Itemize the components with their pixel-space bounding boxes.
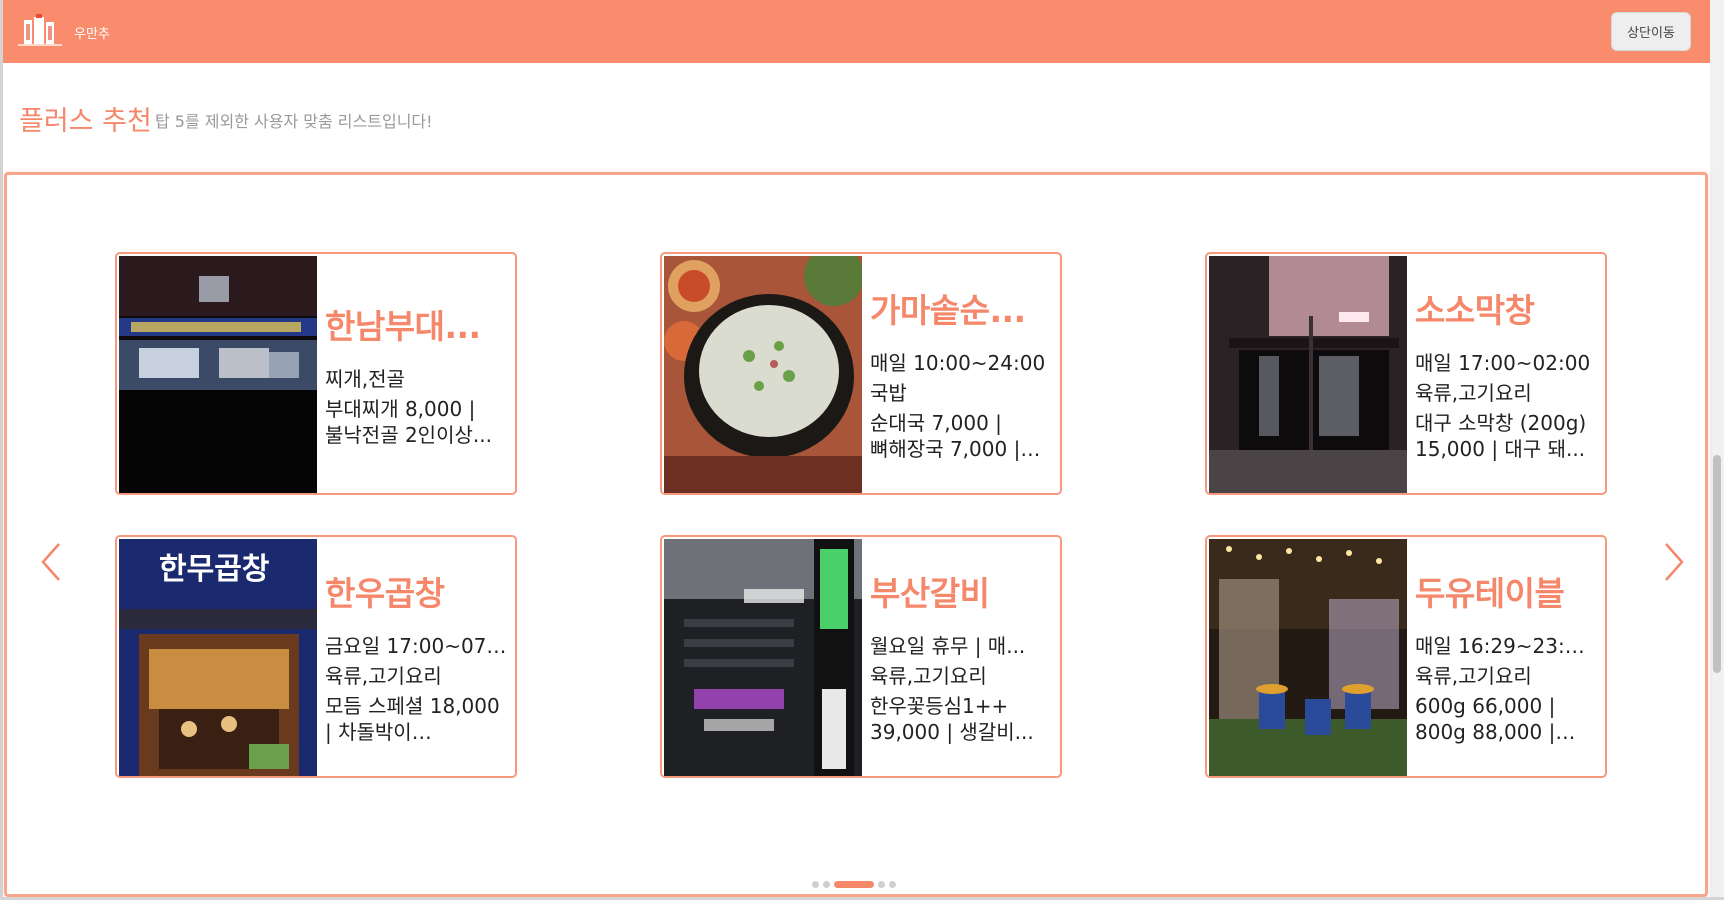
restaurant-category: 국밥: [870, 381, 907, 405]
pagination-dot[interactable]: [878, 881, 885, 888]
restaurant-name: 가마솥순...: [870, 291, 1026, 330]
chevron-right-icon: [1665, 543, 1684, 581]
restaurant-photo: [664, 539, 862, 776]
recommendation-carousel: 한남부대... 찌개,전골 부대찌개 8,000 | 불낙전골 2인이상...: [4, 172, 1708, 897]
restaurant-card[interactable]: 가마솥순... 매일 10:00~24:00 국밥 순대국 7,000 | 뼈해…: [660, 252, 1062, 495]
restaurant-menu: 부대찌개 8,000 | 불낙전골 2인이상...: [325, 397, 492, 447]
window-left-edge: [0, 0, 3, 900]
restaurant-menu: 대구 소막창 (200g) 15,000 | 대구 돼...: [1415, 411, 1587, 461]
restaurant-menu: 600g 66,000 | 800g 88,000 | 목살추가...: [1415, 694, 1556, 744]
restaurant-card[interactable]: 두유테이블 매일 16:29~23:00... 육류,고기요리 600g 66,…: [1205, 535, 1607, 778]
logo-text[interactable]: 우만추: [74, 23, 110, 42]
section-subtitle: 탑 5를 제외한 사용자 맞춤 리스트입니다!: [155, 112, 433, 131]
carousel-next-button[interactable]: [1658, 540, 1688, 584]
chevron-left-icon: [41, 543, 60, 581]
restaurant-hours: 매일 17:00~02:00: [1415, 351, 1591, 375]
restaurant-category: 찌개,전골: [325, 367, 405, 391]
logo-icon[interactable]: [18, 14, 62, 48]
pagination-dot[interactable]: [812, 881, 819, 888]
restaurant-menu: 모듬 스페셜 18,000 | 차돌박이 17,000...: [325, 694, 500, 744]
pagination-dot-active[interactable]: [834, 881, 874, 888]
restaurant-name: 두유테이블: [1415, 574, 1565, 613]
restaurant-photo: [1209, 256, 1407, 493]
restaurant-card[interactable]: 한무곱창 한우곱창 금요일 17:00~07:... 육류,고기요리 모듬 스페…: [115, 535, 517, 778]
restaurant-info: 금요일 17:00~07:... 육류,고기요리 모듬 스페셜 18,000 |…: [325, 633, 507, 745]
top-header-bar: 우만추 상단이동: [3, 0, 1710, 63]
restaurant-category: 육류,고기요리: [870, 664, 987, 688]
carousel-prev-button[interactable]: [37, 540, 67, 584]
restaurant-card[interactable]: 소소막창 매일 17:00~02:00 육류,고기요리 대구 소막창 (200g…: [1205, 252, 1607, 495]
scroll-to-top-button[interactable]: 상단이동: [1611, 12, 1691, 51]
restaurant-name: 한남부대...: [325, 307, 481, 346]
svg-text:한무곱창: 한무곱창: [159, 552, 270, 587]
restaurant-info: 찌개,전골 부대찌개 8,000 | 불낙전골 2인이상...: [325, 366, 507, 448]
carousel-pagination: [812, 881, 896, 888]
section-title: 플러스 추천: [19, 106, 152, 137]
restaurant-name: 한우곱창: [325, 574, 445, 613]
page-scrollbar[interactable]: [1710, 0, 1724, 900]
restaurant-info: 매일 17:00~02:00 육류,고기요리 대구 소막창 (200g) 15,…: [1415, 350, 1597, 462]
restaurant-category: 육류,고기요리: [1415, 664, 1532, 688]
restaurant-hours: 월요일 휴무 | 매...: [870, 634, 1026, 658]
restaurant-photo: 한무곱창: [119, 539, 317, 776]
restaurant-photo: [664, 256, 862, 493]
restaurant-category: 육류,고기요리: [325, 664, 442, 688]
pagination-dot[interactable]: [823, 881, 830, 888]
restaurant-info: 매일 16:29~23:00... 육류,고기요리 600g 66,000 | …: [1415, 633, 1597, 745]
restaurant-hours: 매일 10:00~24:00: [870, 351, 1046, 375]
restaurant-name: 부산갈비: [870, 574, 990, 613]
restaurant-menu: 순대국 7,000 | 뼈해장국 7,000 | 술국...: [870, 411, 1021, 461]
pagination-dot[interactable]: [889, 881, 896, 888]
restaurant-info: 매일 10:00~24:00 국밥 순대국 7,000 | 뼈해장국 7,000…: [870, 350, 1052, 462]
scrollbar-thumb[interactable]: [1713, 455, 1721, 673]
restaurant-card[interactable]: 한남부대... 찌개,전골 부대찌개 8,000 | 불낙전골 2인이상...: [115, 252, 517, 495]
restaurant-card[interactable]: 부산갈비 월요일 휴무 | 매... 육류,고기요리 한우꽃등심1++ 39,0…: [660, 535, 1062, 778]
restaurant-photo: [1209, 539, 1407, 776]
restaurant-info: 월요일 휴무 | 매... 육류,고기요리 한우꽃등심1++ 39,000 | …: [870, 633, 1052, 745]
restaurant-category: 육류,고기요리: [1415, 381, 1532, 405]
restaurant-hours: 금요일 17:00~07:...: [325, 634, 507, 658]
restaurant-name: 소소막창: [1415, 291, 1535, 330]
restaurant-photo: [119, 256, 317, 493]
restaurant-hours: 매일 16:29~23:00...: [1415, 634, 1597, 658]
restaurant-menu: 한우꽃등심1++ 39,000 | 생갈비...: [870, 694, 1034, 744]
